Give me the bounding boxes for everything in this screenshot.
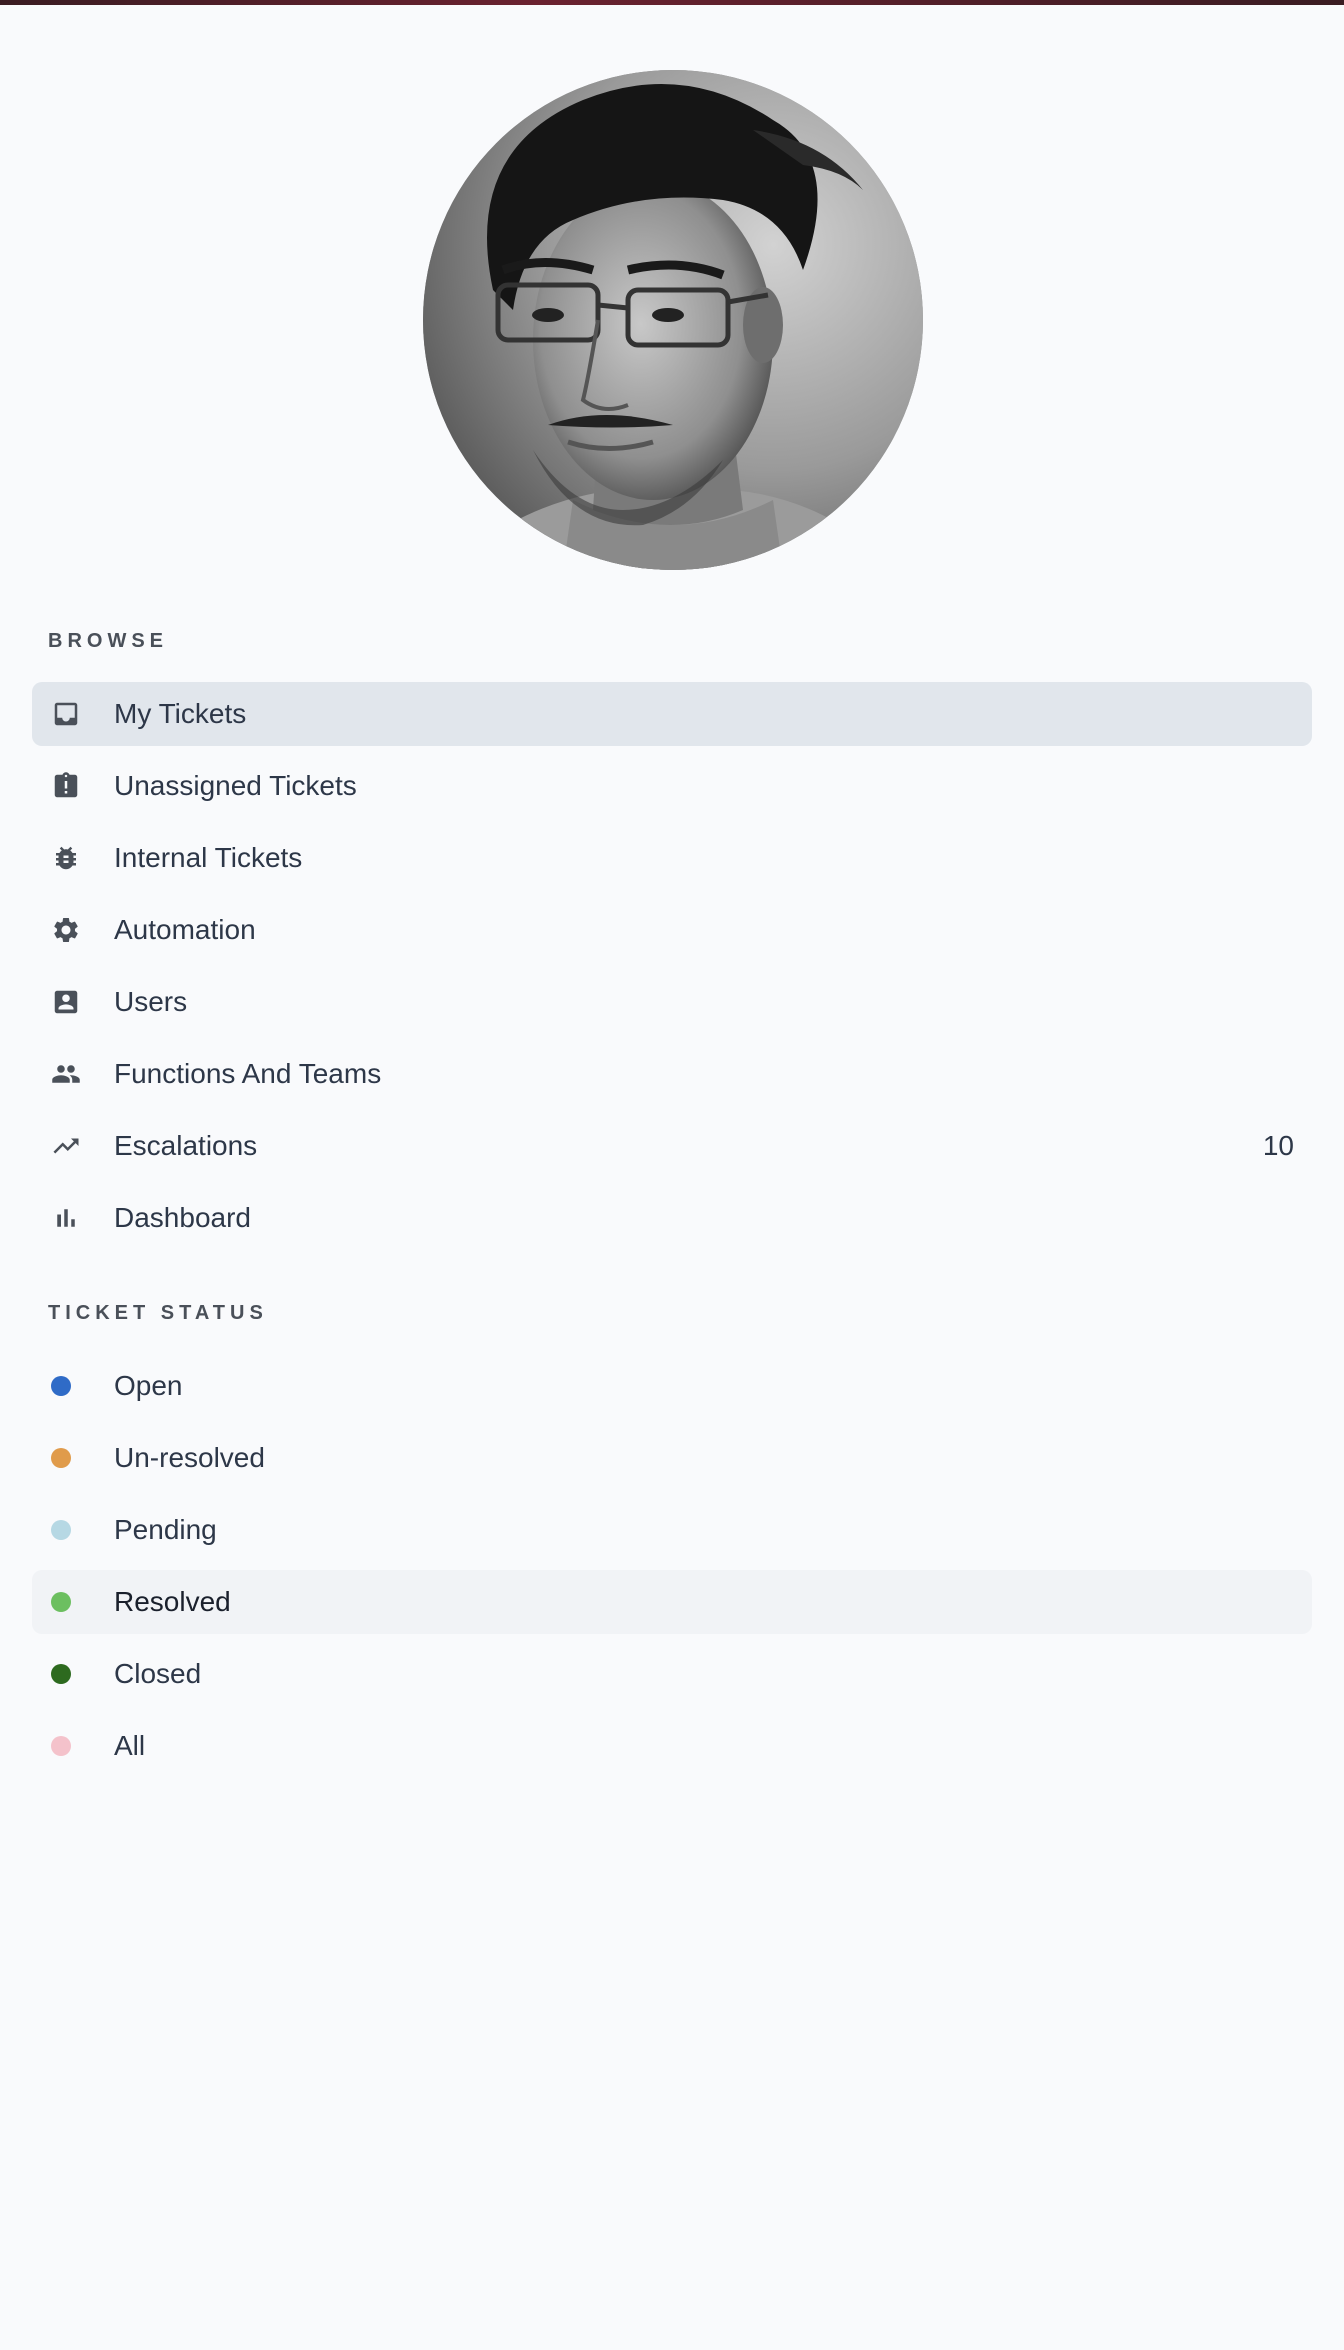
bug-icon (50, 844, 82, 872)
nav-item-escalations[interactable]: Escalations 10 (32, 1114, 1312, 1178)
nav-label: Users (114, 986, 188, 1017)
status-item-resolved[interactable]: Resolved (32, 1570, 1312, 1634)
nav-label: Automation (114, 914, 256, 945)
people-icon (50, 1060, 82, 1088)
status-dot (51, 1736, 71, 1756)
escalations-count-badge: 10 (1262, 1130, 1294, 1161)
nav-label: Unassigned Tickets (114, 770, 357, 801)
browse-heading: BROWSE (48, 630, 168, 652)
clipboard-alert-icon (50, 772, 82, 800)
nav-label: Dashboard (114, 1202, 251, 1233)
avatar[interactable] (423, 70, 923, 570)
nav-item-my-tickets[interactable]: My Tickets (32, 682, 1312, 746)
inbox-icon (50, 700, 82, 728)
nav-item-automation[interactable]: Automation (32, 898, 1312, 962)
status-dot (51, 1448, 71, 1468)
nav-item-internal-tickets[interactable]: Internal Tickets (32, 826, 1312, 890)
nav-label: Open (114, 1370, 183, 1401)
nav-label: Un-resolved (114, 1442, 265, 1473)
sidebar-page: BROWSE My Tickets Unassigned Tickets Int… (0, 0, 1344, 2350)
status-dot (51, 1520, 71, 1540)
avatar-photo (423, 70, 923, 570)
top-border (0, 0, 1344, 5)
trending-up-icon (50, 1132, 82, 1160)
ticket-status-heading: TICKET STATUS (48, 1302, 268, 1324)
ticket-status-nav: Open Un-resolved Pending Resolved Closed… (32, 1354, 1312, 1786)
nav-label: Pending (114, 1514, 217, 1545)
nav-label: Internal Tickets (114, 842, 303, 873)
nav-label: Escalations (114, 1130, 258, 1161)
nav-item-functions-and-teams[interactable]: Functions And Teams (32, 1042, 1312, 1106)
nav-label: All (114, 1730, 146, 1761)
status-item-closed[interactable]: Closed (32, 1642, 1312, 1706)
status-dot (51, 1376, 71, 1396)
nav-label: Functions And Teams (114, 1058, 382, 1089)
nav-item-unassigned-tickets[interactable]: Unassigned Tickets (32, 754, 1312, 818)
status-dot (51, 1592, 71, 1612)
status-item-open[interactable]: Open (32, 1354, 1312, 1418)
status-dot (51, 1664, 71, 1684)
nav-label: My Tickets (114, 698, 247, 729)
gear-icon (50, 916, 82, 944)
nav-item-users[interactable]: Users (32, 970, 1312, 1034)
nav-label: Resolved (114, 1586, 231, 1617)
nav-label: Closed (114, 1658, 202, 1689)
account-box-icon (50, 988, 82, 1016)
status-item-all[interactable]: All (32, 1714, 1312, 1778)
browse-nav: My Tickets Unassigned Tickets Internal T… (32, 682, 1312, 1258)
status-item-pending[interactable]: Pending (32, 1498, 1312, 1562)
status-item-un-resolved[interactable]: Un-resolved (32, 1426, 1312, 1490)
bar-chart-icon (50, 1204, 82, 1232)
nav-item-dashboard[interactable]: Dashboard (32, 1186, 1312, 1250)
